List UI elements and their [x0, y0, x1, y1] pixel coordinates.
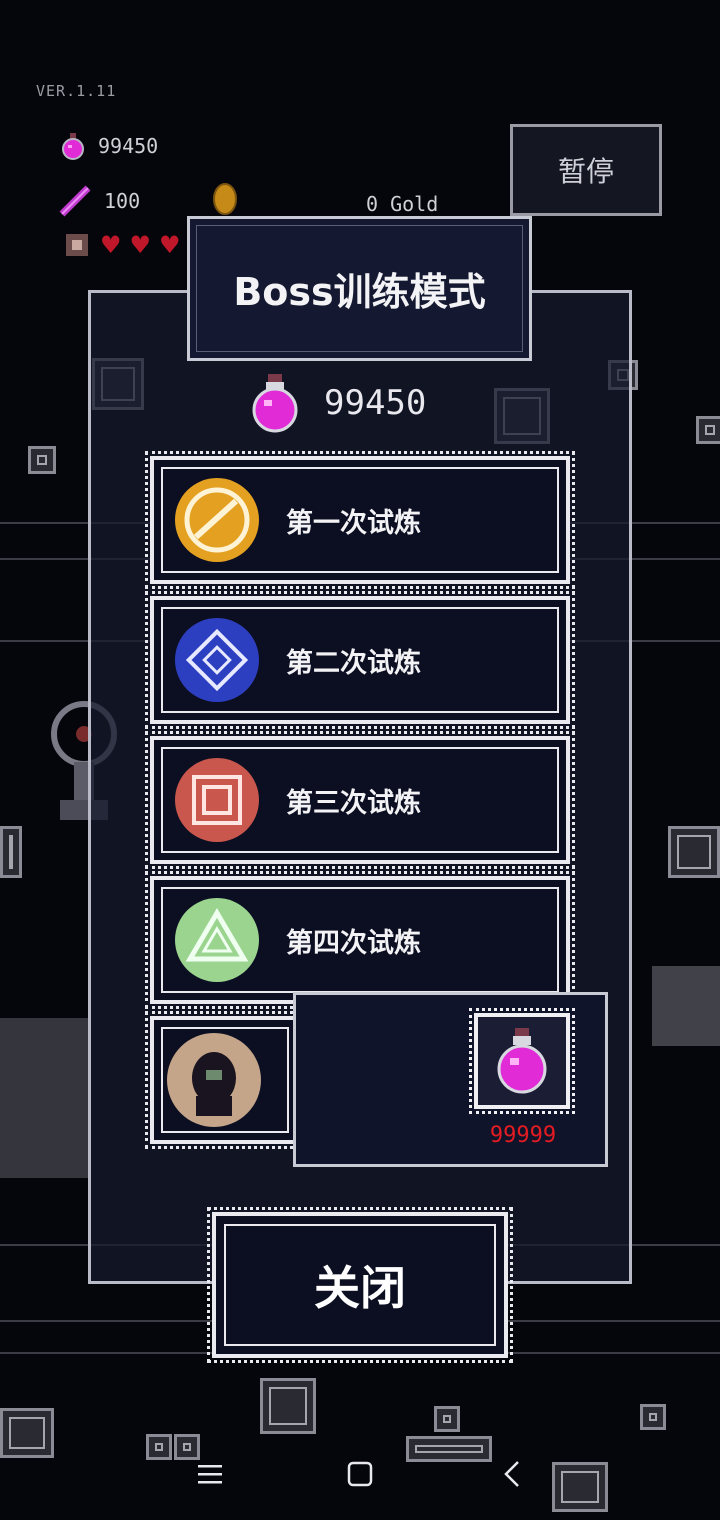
gold-count: 0 Gold: [366, 192, 439, 216]
trial-button-3[interactable]: 第三次试炼: [145, 731, 575, 869]
gold-seal-icon: [175, 478, 259, 562]
gold-coin-icon: [213, 183, 237, 215]
close-button-label: 关闭: [314, 1261, 406, 1315]
green-seal-icon: [175, 898, 259, 982]
player-portrait-icon: [66, 234, 88, 256]
price-label: 99999: [489, 1123, 557, 1148]
back-icon[interactable]: [492, 1454, 532, 1494]
trial-button-2[interactable]: 第二次试炼: [145, 591, 575, 729]
orb-balance-value: 99450: [324, 383, 427, 423]
orb-balance: 99450: [248, 372, 426, 434]
weapon-counter: 100: [58, 184, 140, 218]
pause-button[interactable]: 暂停: [510, 124, 662, 216]
cost-popup: 99999: [293, 992, 608, 1167]
potion-icon: [252, 374, 298, 433]
orb-counter: 99450: [60, 132, 158, 160]
potion-icon: [62, 133, 84, 160]
weapon-count: 100: [104, 189, 141, 213]
blue-seal-icon: [175, 618, 259, 702]
menu-icon[interactable]: [190, 1454, 230, 1494]
trial-button-5[interactable]: [145, 1011, 305, 1149]
orb-count: 99450: [98, 134, 159, 158]
heart-icon: ♥: [159, 231, 181, 259]
sword-icon: [59, 185, 91, 217]
red-seal-icon: [175, 758, 259, 842]
version-label: VER.1.11: [36, 82, 117, 100]
dialog-title: Boss训练模式: [187, 216, 532, 361]
trial-label: 第四次试炼: [286, 927, 421, 959]
potion-slot[interactable]: [469, 1008, 575, 1114]
home-icon[interactable]: [340, 1454, 380, 1494]
potion-icon: [497, 1028, 547, 1094]
heart-icon: ♥: [129, 231, 152, 259]
heart-icon: ♥: [100, 231, 122, 259]
dialog-title-text: Boss训练模式: [233, 270, 486, 314]
trial-label: 第一次试炼: [286, 507, 421, 539]
trial-button-4[interactable]: 第四次试炼: [145, 871, 575, 1009]
trial-label: 第二次试炼: [286, 647, 421, 679]
trial-label: 第三次试炼: [286, 787, 421, 819]
close-button[interactable]: 关闭: [207, 1207, 513, 1363]
health-hearts: ♥ ♥ ♥: [62, 230, 181, 260]
system-navbar: [0, 1430, 720, 1520]
hooded-figure-icon: [167, 1033, 261, 1127]
trial-button-1[interactable]: 第一次试炼: [145, 451, 575, 589]
